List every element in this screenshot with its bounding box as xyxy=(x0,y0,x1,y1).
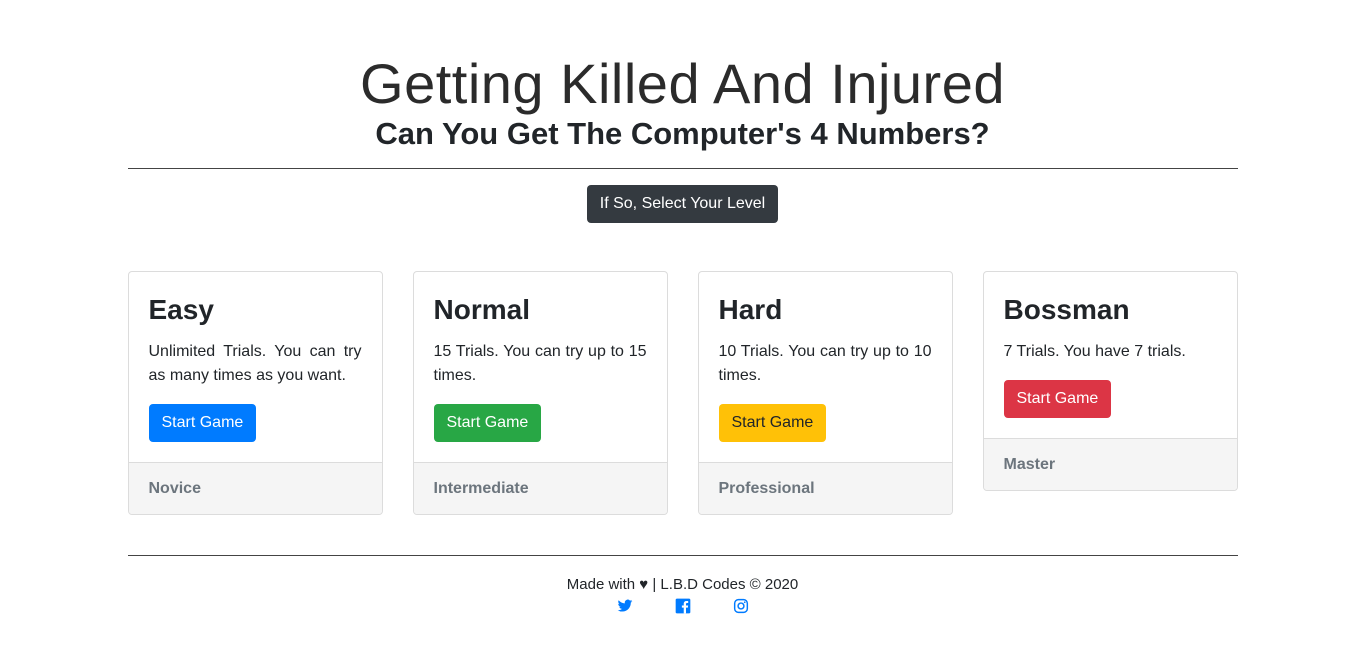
card-footer: Master xyxy=(983,438,1237,490)
bottom-divider xyxy=(127,555,1238,556)
level-card-normal: Normal 15 Trials. You can try up to 15 t… xyxy=(412,271,668,515)
start-game-normal-button[interactable]: Start Game xyxy=(433,404,542,442)
page-container: Getting Killed And Injured Can You Get T… xyxy=(127,0,1238,614)
card-title: Hard xyxy=(718,294,783,325)
card-title: Normal xyxy=(433,294,530,325)
top-divider xyxy=(127,168,1238,169)
level-button-wrap: If So, Select Your Level xyxy=(128,185,1238,223)
start-game-hard-button[interactable]: Start Game xyxy=(718,404,827,442)
card-text: 10 Trials. You can try up to 10 times. xyxy=(718,343,932,384)
card-body: Hard 10 Trials. You can try up to 10 tim… xyxy=(699,272,952,462)
select-level-button[interactable]: If So, Select Your Level xyxy=(586,185,779,223)
start-game-easy-button[interactable]: Start Game xyxy=(148,404,257,442)
level-cards: Easy Unlimited Trials. You can try as ma… xyxy=(127,271,1238,515)
card-title: Bossman xyxy=(1003,294,1130,325)
footer-credit: Made with ♥ | L.B.D Codes © 2020 xyxy=(566,576,799,593)
card-text: Unlimited Trials. You can try as many ti… xyxy=(148,343,362,384)
card-footer: Novice xyxy=(128,462,382,514)
card-body: Bossman 7 Trials. You have 7 trials. Sta… xyxy=(984,272,1237,438)
card-title: Easy xyxy=(148,294,214,325)
facebook-icon[interactable] xyxy=(675,598,691,614)
card-body: Easy Unlimited Trials. You can try as ma… xyxy=(129,272,382,462)
card-text: 15 Trials. You can try up to 15 times. xyxy=(433,343,647,384)
card-footer: Intermediate xyxy=(413,462,667,514)
card-body: Normal 15 Trials. You can try up to 15 t… xyxy=(414,272,667,462)
page-title: Getting Killed And Injured xyxy=(360,52,1005,115)
page-subtitle: Can You Get The Computer's 4 Numbers? xyxy=(375,116,990,151)
card-footer: Professional xyxy=(698,462,952,514)
level-card-hard: Hard 10 Trials. You can try up to 10 tim… xyxy=(697,271,953,515)
twitter-icon[interactable] xyxy=(617,598,633,614)
level-card-bossman: Bossman 7 Trials. You have 7 trials. Sta… xyxy=(982,271,1238,491)
level-card-easy: Easy Unlimited Trials. You can try as ma… xyxy=(127,271,383,515)
instagram-icon[interactable] xyxy=(733,598,749,614)
social-links xyxy=(128,598,1238,614)
card-text: 7 Trials. You have 7 trials. xyxy=(1003,343,1186,360)
start-game-bossman-button[interactable]: Start Game xyxy=(1003,380,1112,418)
